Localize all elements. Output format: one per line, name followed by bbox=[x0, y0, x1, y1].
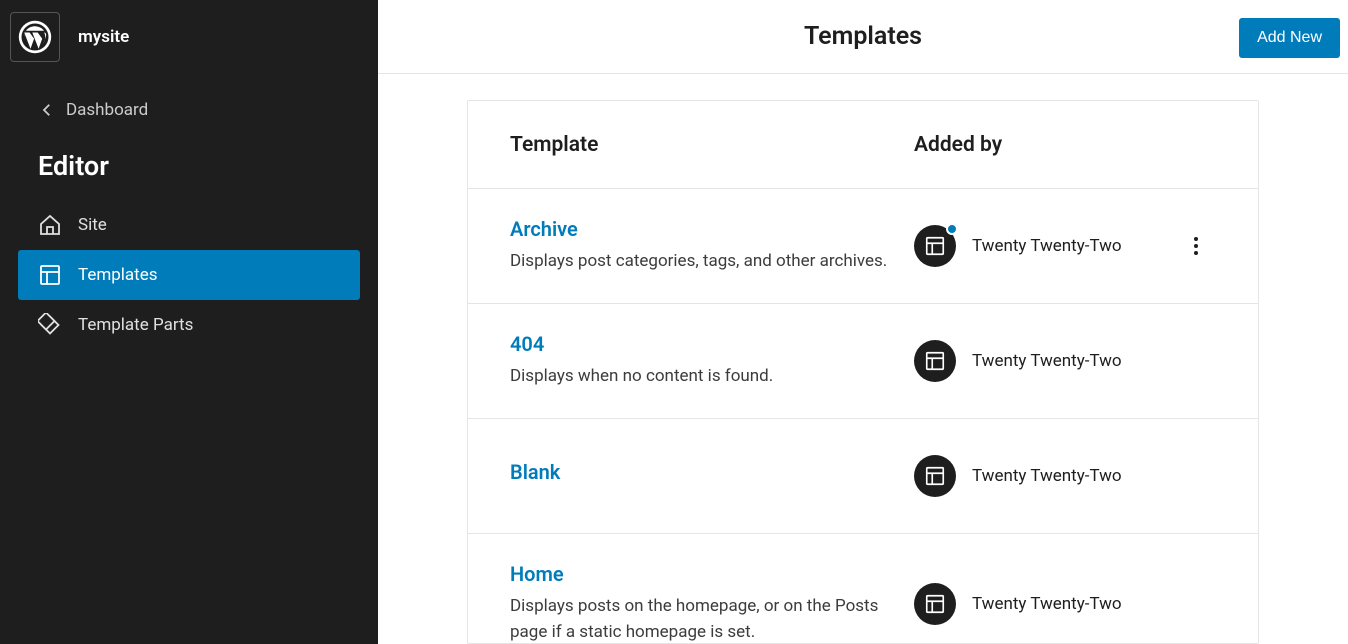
theme-icon-wrap bbox=[914, 340, 956, 382]
back-label: Dashboard bbox=[66, 100, 148, 120]
template-title-link[interactable]: Blank bbox=[510, 460, 890, 484]
column-added-by: Added by bbox=[914, 133, 1216, 157]
template-description: Displays post categories, tags, and othe… bbox=[510, 249, 890, 275]
table-row: Blank Twenty Twenty-Two bbox=[468, 419, 1258, 534]
table-row: Archive Displays post categories, tags, a… bbox=[468, 189, 1258, 304]
template-title-link[interactable]: Archive bbox=[510, 217, 890, 241]
template-parts-icon bbox=[38, 313, 62, 337]
nav-label: Templates bbox=[78, 265, 158, 285]
theme-icon-wrap bbox=[914, 583, 956, 625]
nav-item-site[interactable]: Site bbox=[18, 200, 360, 250]
template-cell: Blank bbox=[510, 460, 914, 492]
layout-icon bbox=[914, 583, 956, 625]
table-row: 404 Displays when no content is found. Twe… bbox=[468, 304, 1258, 419]
topbar: Templates Add New bbox=[378, 0, 1348, 74]
nav-item-templates[interactable]: Templates bbox=[18, 250, 360, 300]
main: Templates Add New Template Added by Arch… bbox=[378, 0, 1348, 644]
template-title-link[interactable]: 404 bbox=[510, 332, 890, 356]
home-icon bbox=[38, 213, 62, 237]
nav-item-template-parts[interactable]: Template Parts bbox=[18, 300, 360, 350]
added-by-label: Twenty Twenty-Two bbox=[972, 466, 1122, 486]
editor-nav: Site Templates Template Parts bbox=[0, 196, 378, 350]
column-template: Template bbox=[510, 133, 914, 157]
theme-icon-wrap bbox=[914, 455, 956, 497]
added-by-label: Twenty Twenty-Two bbox=[972, 351, 1122, 371]
template-cell: Home Displays posts on the homepage, or o… bbox=[510, 562, 914, 644]
back-to-dashboard[interactable]: Dashboard bbox=[0, 72, 378, 120]
added-by-cell: Twenty Twenty-Two bbox=[914, 455, 1176, 497]
template-title-link[interactable]: Home bbox=[510, 562, 890, 586]
templates-table: Template Added by Archive Displays post c… bbox=[467, 100, 1259, 644]
sidebar: mysite Dashboard Editor Site Templates T… bbox=[0, 0, 378, 644]
layout-icon bbox=[914, 340, 956, 382]
content: Template Added by Archive Displays post c… bbox=[378, 74, 1348, 644]
template-cell: 404 Displays when no content is found. bbox=[510, 332, 914, 390]
added-by-cell: Twenty Twenty-Two bbox=[914, 225, 1176, 267]
wordpress-icon bbox=[17, 19, 53, 55]
chevron-left-icon bbox=[38, 101, 56, 119]
table-header: Template Added by bbox=[468, 101, 1258, 189]
more-actions-button[interactable] bbox=[1185, 235, 1207, 257]
site-name: mysite bbox=[78, 27, 129, 47]
added-by-label: Twenty Twenty-Two bbox=[972, 236, 1122, 256]
added-by-label: Twenty Twenty-Two bbox=[972, 594, 1122, 614]
editor-heading: Editor bbox=[0, 120, 378, 196]
theme-icon-wrap bbox=[914, 225, 956, 267]
added-by-cell: Twenty Twenty-Two bbox=[914, 340, 1176, 382]
actions-cell bbox=[1176, 235, 1216, 257]
table-row: Home Displays posts on the homepage, or o… bbox=[468, 534, 1258, 644]
customized-indicator bbox=[946, 223, 958, 235]
layout-icon bbox=[38, 263, 62, 287]
template-cell: Archive Displays post categories, tags, a… bbox=[510, 217, 914, 275]
add-new-button[interactable]: Add New bbox=[1239, 18, 1340, 58]
template-description: Displays posts on the homepage, or on th… bbox=[510, 594, 890, 644]
template-description: Displays when no content is found. bbox=[510, 364, 890, 390]
nav-label: Template Parts bbox=[78, 315, 193, 335]
site-logo[interactable] bbox=[10, 12, 60, 62]
site-header: mysite bbox=[0, 0, 378, 72]
added-by-cell: Twenty Twenty-Two bbox=[914, 583, 1176, 625]
nav-label: Site bbox=[78, 215, 107, 235]
layout-icon bbox=[914, 455, 956, 497]
page-title: Templates bbox=[804, 22, 922, 51]
